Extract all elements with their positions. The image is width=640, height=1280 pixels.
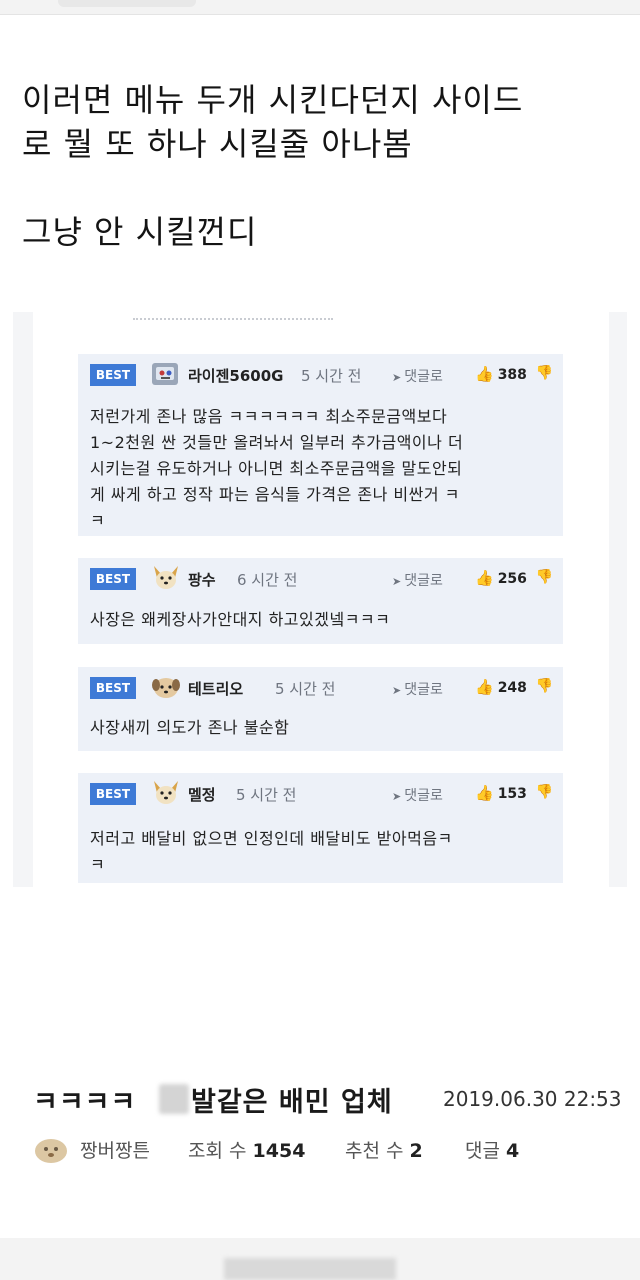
best-badge: BEST (90, 783, 136, 805)
comment-line: 저런가게 존나 많음 ㅋㅋㅋㅋㅋㅋ 최소주문금액보다 (90, 407, 448, 426)
thumbs-up-icon: 👍 (475, 569, 494, 587)
comment-username[interactable]: 멜정 (188, 784, 216, 805)
thumbs-up-icon: 👍 (475, 678, 494, 696)
comment-header: BEST 라이젠5600G 5 시간 전 ➤ 댓글로 👍 388 👎 (90, 363, 553, 386)
thumbs-down-icon[interactable]: 👎 (536, 569, 553, 585)
thumbs-down-icon[interactable]: 👎 (536, 784, 553, 800)
like-count: 388 (497, 367, 527, 383)
comment-body: 사장은 왜케장사가안대지 하고있겠넼ㅋㅋㅋ (90, 607, 551, 633)
reply-label: 댓글로 (404, 682, 443, 698)
comment-line: 사장은 왜케장사가안대지 하고있겠넼ㅋㅋㅋ (90, 610, 391, 629)
comment-line: ㅋ (90, 511, 106, 530)
like-count: 153 (497, 786, 527, 802)
comment-count-label: 댓글 (465, 1140, 500, 1162)
blurred-censor (159, 1084, 189, 1114)
reply-button[interactable]: ➤ 댓글로 (392, 785, 443, 805)
comment-time: 5 시간 전 (301, 367, 362, 385)
comment-count-value: 4 (506, 1140, 520, 1162)
thumbs-up-icon: 👍 (475, 365, 494, 383)
comment-body: 저러고 배달비 없으면 인정인데 배달비도 받아먹음ㅋ ㅋ (90, 826, 551, 878)
comment-header: BEST 팡수 6 시간 전 ➤ 댓글로 👍 256 👎 (90, 566, 553, 590)
reply-arrow-icon: ➤ (392, 790, 402, 803)
dog-avatar-icon[interactable] (150, 779, 182, 807)
reply-label: 댓글로 (404, 788, 443, 804)
bottom-bar (0, 1238, 640, 1280)
article-title[interactable]: 발같은 배민 업체 (191, 1080, 393, 1119)
comment-body: 저런가게 존나 많음 ㅋㅋㅋㅋㅋㅋ 최소주문금액보다 1~2천원 싼 것들만 올… (90, 404, 551, 534)
thumbs-down-icon[interactable]: 👎 (536, 678, 553, 694)
best-badge: BEST (90, 364, 136, 386)
like-button[interactable]: 👍 153 (475, 784, 527, 802)
comment-line: 시키는걸 유도하거나 아니면 최소주문금액을 말도안되 (90, 459, 463, 478)
comment-item: BEST 멜정 5 시간 전 ➤ 댓글로 👍 153 👎 저러고 배달비 없으면 인… (78, 773, 563, 883)
cropped-text-remnant (133, 312, 333, 320)
reply-button[interactable]: ➤ 댓글로 (392, 366, 443, 386)
comments-screenshot: BEST 라이젠5600G 5 시간 전 ➤ 댓글로 👍 388 👎 저런가게 존나… (13, 312, 627, 887)
reply-button[interactable]: ➤ 댓글로 (392, 570, 443, 590)
comment-username[interactable]: 팡수 (188, 569, 216, 590)
puppy-avatar-icon[interactable] (150, 673, 182, 701)
blurred-banner (224, 1258, 396, 1280)
reply-label: 댓글로 (404, 369, 443, 385)
comment-username[interactable]: 라이젠5600G (188, 365, 283, 386)
like-button[interactable]: 👍 248 (475, 678, 527, 696)
view-count-label: 조회 수 (188, 1140, 247, 1162)
reply-label: 댓글로 (404, 573, 443, 589)
comment-line: 1~2천원 싼 것들만 올려놔서 일부러 추가금액이나 더 (90, 433, 464, 452)
comment-line: 게 싸게 하고 정작 파는 음식들 가격은 존나 비싼거 ㅋ (90, 485, 460, 504)
comment-line: 사장새끼 의도가 존나 불순함 (90, 718, 290, 737)
reply-button[interactable]: ➤ 댓글로 (392, 679, 443, 699)
comment-username[interactable]: 테트리오 (188, 678, 243, 699)
like-button[interactable]: 👍 388 (475, 365, 527, 383)
comment-body: 사장새끼 의도가 존나 불순함 (90, 715, 551, 741)
post-text-line: 그냥 안 시킬껀디 (22, 213, 258, 251)
best-badge: BEST (90, 677, 136, 699)
comment-time: 5 시간 전 (236, 786, 297, 804)
comment-count[interactable]: 댓글 4 (465, 1136, 519, 1163)
dog-avatar-icon[interactable] (150, 564, 182, 592)
article-meta: 짱버짱튼 조회 수 1454 추천 수 2 댓글 4 (33, 1133, 633, 1163)
comment-item: BEST 테트리오 5 시간 전 ➤ 댓글로 👍 248 👎 사장새끼 의도가 존나… (78, 667, 563, 751)
comment-line: 저러고 배달비 없으면 인정인데 배달비도 받아먹음ㅋ (90, 829, 453, 848)
top-bar-tab (58, 0, 196, 7)
recommend-count-value: 2 (409, 1140, 423, 1162)
comment-time: 6 시간 전 (237, 571, 298, 589)
comment-line: ㅋ (90, 855, 106, 874)
author-avatar-icon[interactable] (33, 1135, 69, 1165)
view-count-value: 1454 (252, 1140, 306, 1162)
thumbs-up-icon: 👍 (475, 784, 494, 802)
comment-item: BEST 팡수 6 시간 전 ➤ 댓글로 👍 256 👎 사장은 왜케장사가안대지 … (78, 558, 563, 644)
comment-header: BEST 멜정 5 시간 전 ➤ 댓글로 👍 153 👎 (90, 781, 553, 805)
top-bar (0, 0, 640, 15)
article-title-row: ㅋㅋㅋㅋ 발같은 배민 업체 2019.06.30 22:53 (33, 1080, 633, 1120)
reply-arrow-icon: ➤ (392, 684, 402, 697)
article-author[interactable]: 짱버짱튼 (80, 1136, 150, 1163)
recommend-count: 추천 수 2 (345, 1136, 423, 1163)
best-badge: BEST (90, 568, 136, 590)
like-count: 256 (497, 571, 527, 587)
reply-arrow-icon: ➤ (392, 371, 402, 384)
recommend-count-label: 추천 수 (345, 1140, 404, 1162)
like-count: 248 (497, 680, 527, 696)
view-count: 조회 수 1454 (188, 1136, 305, 1163)
like-button[interactable]: 👍 256 (475, 569, 527, 587)
robot-avatar-icon[interactable] (150, 360, 182, 388)
article-title-prefix[interactable]: ㅋㅋㅋㅋ (33, 1080, 136, 1119)
article-date: 2019.06.30 22:53 (443, 1087, 622, 1111)
post-text-line: 로 뭘 또 하나 시킬줄 아나봄 (22, 125, 413, 163)
post-text-line: 이러면 메뉴 두개 시킨다던지 사이드 (22, 81, 524, 119)
comment-item: BEST 라이젠5600G 5 시간 전 ➤ 댓글로 👍 388 👎 저런가게 존나… (78, 354, 563, 536)
comment-time: 5 시간 전 (275, 680, 336, 698)
comment-header: BEST 테트리오 5 시간 전 ➤ 댓글로 👍 248 👎 (90, 677, 553, 699)
reply-arrow-icon: ➤ (392, 575, 402, 588)
thumbs-down-icon[interactable]: 👎 (536, 365, 553, 381)
